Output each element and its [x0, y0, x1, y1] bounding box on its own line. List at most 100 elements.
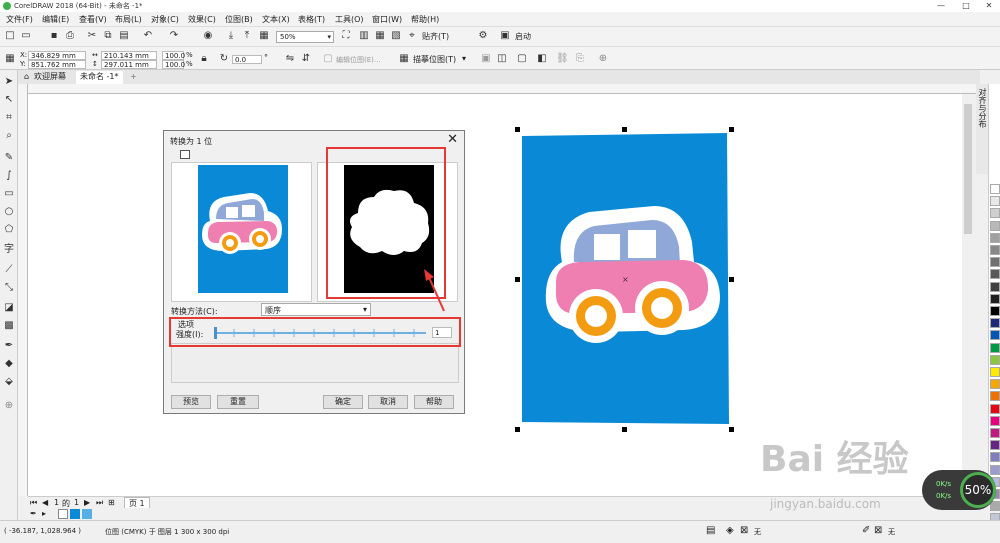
- reset-button[interactable]: 重置: [217, 395, 259, 409]
- freehand-tool-icon[interactable]: ✎: [3, 152, 15, 164]
- interactive-fill-icon[interactable]: ◆: [3, 358, 15, 370]
- palette-swatch[interactable]: [990, 281, 1000, 292]
- eyedropper-icon[interactable]: ✒: [30, 509, 37, 518]
- scale-width-field[interactable]: 100.0: [162, 51, 185, 60]
- prev-page-icon[interactable]: ◀: [42, 498, 48, 507]
- y-position-field[interactable]: 851.762 mm: [28, 60, 86, 69]
- palette-swatch[interactable]: [990, 293, 1000, 304]
- height-field[interactable]: 297.011 mm: [101, 60, 157, 69]
- palette-swatch[interactable]: [990, 306, 1000, 316]
- fill-icon[interactable]: ◈: [726, 525, 734, 536]
- palette-swatch[interactable]: [990, 208, 1000, 219]
- trace-bitmap-button[interactable]: 描摹位图(T): [413, 54, 456, 65]
- show-rulers-icon[interactable]: ▥: [358, 30, 370, 42]
- launch-dropdown[interactable]: 启动: [515, 31, 531, 42]
- preview-toggle-icon[interactable]: [180, 150, 190, 159]
- palette-swatch[interactable]: [990, 184, 1000, 194]
- close-button[interactable]: ✕: [978, 0, 1000, 12]
- menu-tools[interactable]: 工具(O): [335, 14, 364, 25]
- selection-handle[interactable]: [622, 427, 627, 432]
- palette-swatch[interactable]: [990, 257, 1000, 268]
- doc-color-swatch[interactable]: [70, 509, 80, 519]
- palette-swatch[interactable]: [990, 354, 1000, 365]
- add-tool-icon[interactable]: ⊕: [3, 400, 15, 412]
- redo-icon[interactable]: ↷: [168, 30, 180, 42]
- menu-layout[interactable]: 布局(L): [115, 14, 142, 25]
- show-grid-icon[interactable]: ▦: [374, 30, 386, 42]
- mirror-horizontal-icon[interactable]: ⇋: [284, 53, 296, 65]
- options-gear-icon[interactable]: ⚙: [477, 30, 489, 42]
- menu-window[interactable]: 窗口(W): [372, 14, 402, 25]
- snap-to-dropdown[interactable]: 贴齐(T): [422, 31, 449, 42]
- parallel-dimension-icon[interactable]: ⟋: [3, 264, 15, 276]
- palette-swatch[interactable]: [990, 440, 1000, 451]
- pdf-icon[interactable]: ▦: [258, 30, 270, 42]
- menu-view[interactable]: 查看(V): [79, 14, 107, 25]
- palette-swatch[interactable]: [990, 403, 1000, 414]
- vertical-scrollbar-thumb[interactable]: [964, 104, 972, 234]
- palette-swatch[interactable]: [990, 318, 1000, 329]
- palette-swatch[interactable]: [990, 391, 1000, 402]
- rectangle-tool-icon[interactable]: ▭: [3, 188, 15, 200]
- doc-color-swatch[interactable]: [82, 509, 92, 519]
- paste-icon[interactable]: ▤: [118, 30, 130, 42]
- artistic-media-icon[interactable]: ∫: [3, 170, 15, 182]
- print-icon[interactable]: ⎙: [64, 30, 76, 42]
- hyperlink-icon[interactable]: ⎘: [574, 53, 586, 65]
- drop-shadow-icon[interactable]: ◪: [3, 302, 15, 314]
- selection-handle[interactable]: [729, 427, 734, 432]
- conversion-method-select[interactable]: 顺序 ▾: [261, 303, 371, 316]
- first-page-icon[interactable]: ⏮: [30, 498, 37, 508]
- zoom-tool-icon[interactable]: ⌕: [3, 130, 15, 142]
- transparency-tool-icon[interactable]: ▩: [3, 320, 15, 332]
- selection-handle[interactable]: [622, 127, 627, 132]
- ok-button[interactable]: 确定: [323, 395, 363, 409]
- import-icon[interactable]: ⤓: [225, 30, 237, 42]
- link-icon[interactable]: ⛓: [556, 53, 569, 65]
- add-icon[interactable]: ⊕: [597, 53, 609, 65]
- cancel-button[interactable]: 取消: [368, 395, 408, 409]
- copy-icon[interactable]: ⧉: [102, 30, 114, 42]
- show-guides-icon[interactable]: ▧: [390, 30, 402, 42]
- new-document-icon[interactable]: □: [4, 30, 16, 42]
- maximize-button[interactable]: □: [955, 0, 977, 12]
- shape-tool-icon[interactable]: ↖: [3, 94, 15, 106]
- search-content-icon[interactable]: ◉: [202, 30, 214, 42]
- outline-pen-icon[interactable]: ✐: [862, 525, 870, 536]
- save-icon[interactable]: ▪: [48, 30, 60, 42]
- export-icon[interactable]: ⤒: [241, 30, 253, 42]
- menu-effects[interactable]: 效果(C): [188, 14, 216, 25]
- width-field[interactable]: 210.143 mm: [101, 51, 157, 60]
- rotation-field[interactable]: 0.0: [232, 55, 262, 64]
- menu-edit[interactable]: 编辑(E): [42, 14, 69, 25]
- palette-swatch[interactable]: [990, 342, 1000, 353]
- preview-button[interactable]: 预览: [171, 395, 211, 409]
- palette-swatch[interactable]: [990, 367, 1000, 377]
- selection-handle[interactable]: [515, 127, 520, 132]
- palette-swatch[interactable]: [990, 379, 1000, 390]
- full-screen-icon[interactable]: ⛶: [340, 30, 352, 42]
- menu-object[interactable]: 对象(C): [151, 14, 179, 25]
- horizontal-ruler[interactable]: [28, 84, 976, 94]
- color-proof-icon[interactable]: ▤: [706, 525, 715, 536]
- lock-ratio-icon[interactable]: 🔒︎: [198, 53, 210, 65]
- crop-tool-icon[interactable]: ⌗: [3, 112, 15, 124]
- scale-height-field[interactable]: 100.0: [162, 60, 185, 69]
- launch-icon[interactable]: ▣: [499, 30, 511, 42]
- zoom-level-select[interactable]: 50% ▾: [276, 31, 334, 43]
- car-bitmap[interactable]: ×: [512, 126, 738, 434]
- crop-bitmap-icon[interactable]: ◫: [496, 53, 508, 65]
- align-distribute-docker-tab[interactable]: 对齐与分布: [977, 88, 988, 128]
- snap-icon[interactable]: ⌖: [406, 30, 418, 42]
- menu-file[interactable]: 文件(F): [6, 14, 33, 25]
- resample-icon[interactable]: ▣: [480, 53, 492, 65]
- dialog-close-icon[interactable]: ✕: [447, 132, 458, 147]
- ellipse-tool-icon[interactable]: ○: [3, 206, 15, 218]
- menu-table[interactable]: 表格(T): [298, 14, 325, 25]
- polygon-tool-icon[interactable]: ⬠: [3, 224, 15, 236]
- object-origin-icon[interactable]: ▦: [4, 53, 16, 65]
- selection-handle[interactable]: [515, 427, 520, 432]
- palette-swatch[interactable]: [990, 220, 1000, 231]
- mirror-vertical-icon[interactable]: ⇵: [300, 53, 312, 65]
- palette-swatch[interactable]: [990, 196, 1000, 207]
